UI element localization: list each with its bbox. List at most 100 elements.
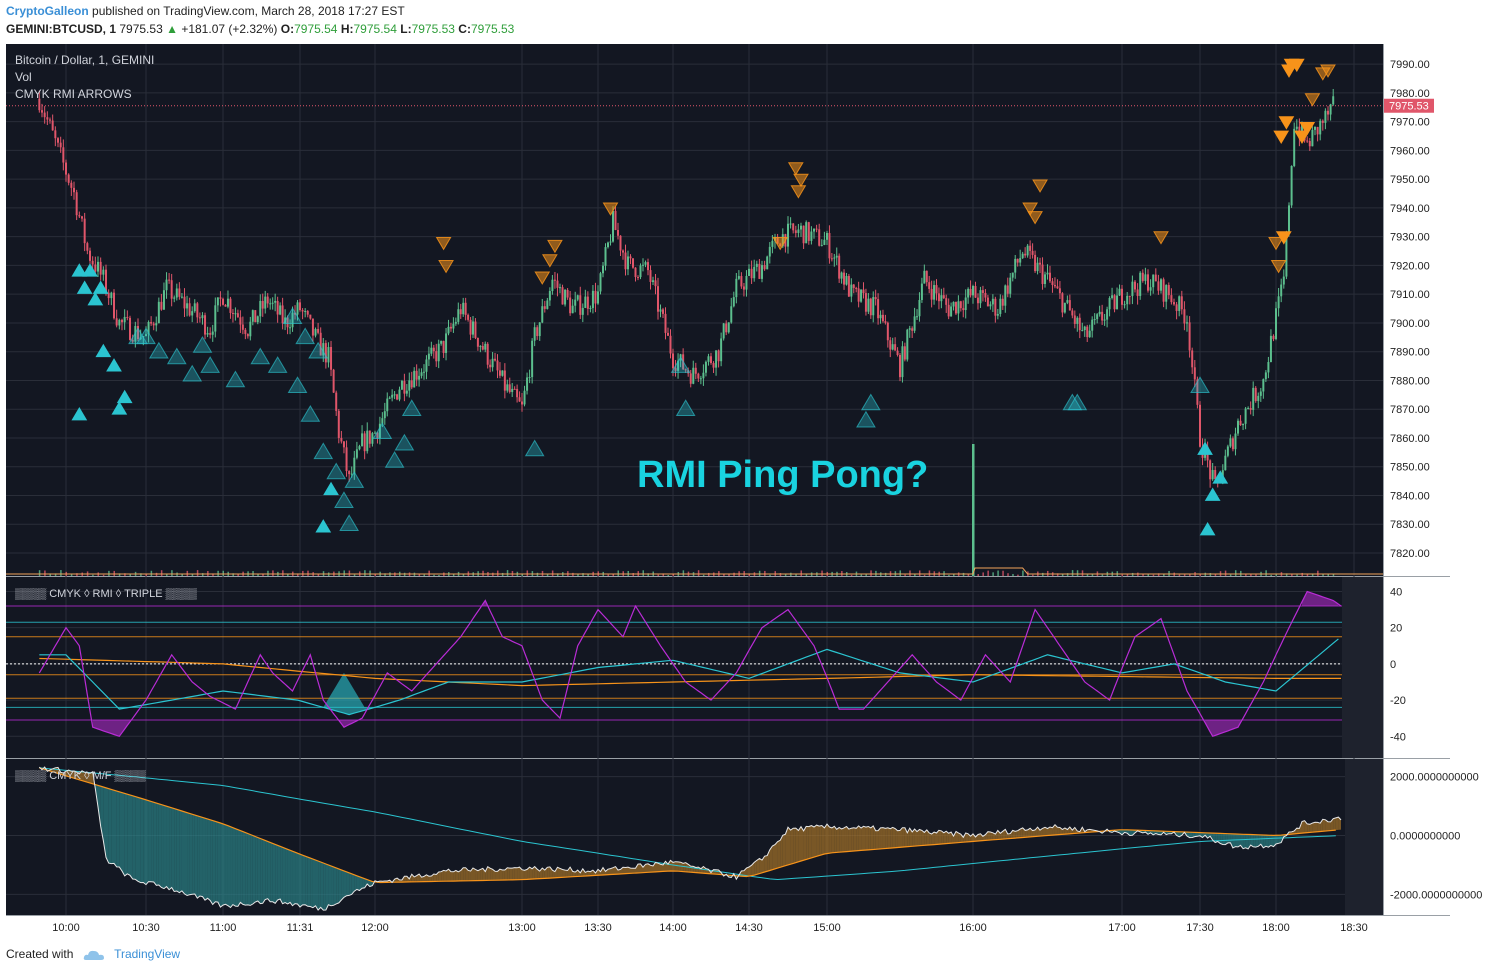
mf-fill xyxy=(468,870,471,881)
candle-body xyxy=(920,283,923,301)
volume-bar xyxy=(113,570,115,576)
candle-body xyxy=(647,262,649,271)
mf-fill xyxy=(808,825,812,859)
volume-bar xyxy=(850,574,853,576)
mf-fill xyxy=(114,790,117,867)
mf-fill xyxy=(1227,833,1231,843)
volume-bar xyxy=(1214,574,1217,576)
mf-fill xyxy=(433,874,437,882)
x-tick-label: 13:30 xyxy=(584,922,612,934)
volume-bar xyxy=(287,574,289,576)
volume-bar xyxy=(875,570,877,576)
mf-fill xyxy=(285,848,288,904)
candle-body xyxy=(437,343,440,362)
candle-body xyxy=(945,298,948,305)
candle-body xyxy=(758,263,761,279)
mf-fill xyxy=(323,863,326,911)
volume-bar xyxy=(44,570,46,576)
candle-body xyxy=(964,297,967,311)
candle-body xyxy=(1139,272,1142,296)
candle-body xyxy=(644,262,647,265)
candle-body xyxy=(771,240,774,247)
candle-body xyxy=(1154,274,1157,282)
mf-fill xyxy=(227,825,231,908)
candle-body xyxy=(1183,309,1186,324)
candle-body xyxy=(720,338,723,362)
candle-body xyxy=(1004,285,1007,306)
candle-body xyxy=(508,384,511,392)
candle-body xyxy=(75,192,78,216)
candle-body xyxy=(761,265,763,279)
tradingview-link[interactable]: TradingView xyxy=(114,947,180,961)
candle-body xyxy=(533,327,536,341)
candle-body xyxy=(999,298,1002,314)
chart-canvas[interactable]: 10:00 10:30 11:00 11:31 12:00 13:00 13:30 14:00… xyxy=(0,0,1492,940)
candle-body xyxy=(553,279,556,281)
volume-bar xyxy=(923,574,926,576)
mf-fill xyxy=(1057,827,1060,835)
candle-body xyxy=(597,291,599,304)
volume-bar xyxy=(38,570,41,576)
volume-bar xyxy=(92,574,94,576)
candle-body xyxy=(206,333,209,335)
candle-body xyxy=(1118,288,1121,296)
candle-body xyxy=(735,278,738,298)
candle-body xyxy=(657,286,659,312)
vol-legend: Vol xyxy=(15,70,32,84)
candle-body xyxy=(1162,279,1165,302)
rmi-right-gap xyxy=(1342,577,1383,758)
mf-fill xyxy=(990,832,993,841)
candle-body xyxy=(996,313,999,316)
candle-body xyxy=(937,293,940,302)
volume-bar xyxy=(1012,573,1014,576)
mf-fill xyxy=(514,867,518,880)
mf-fill xyxy=(775,841,778,869)
candle-body xyxy=(654,280,657,287)
mf-fill xyxy=(788,827,791,865)
candle-body xyxy=(634,267,637,278)
x-tick-label: 10:30 xyxy=(132,922,160,934)
candle-body xyxy=(984,292,987,298)
y-tick-label: 7890.00 xyxy=(1390,347,1430,359)
mf-fill xyxy=(824,824,827,854)
mf-fill xyxy=(428,876,432,882)
candle-body xyxy=(440,340,443,344)
x-tick-label: 15:00 xyxy=(813,922,841,934)
candle-body xyxy=(652,280,654,282)
volume-bar xyxy=(1086,574,1089,576)
volume-bar xyxy=(642,570,644,576)
candle-body xyxy=(511,388,514,392)
volume-bar xyxy=(899,570,901,576)
mf-fill xyxy=(202,817,206,901)
candle-body xyxy=(548,291,551,301)
candle-body xyxy=(604,247,607,266)
candle-body xyxy=(279,305,282,315)
candle-body xyxy=(234,313,237,315)
mf-fill xyxy=(232,827,236,907)
mf-fill xyxy=(839,827,842,853)
candle-body xyxy=(1136,289,1139,296)
candle-body xyxy=(864,293,867,312)
candle-body xyxy=(67,174,70,183)
volume-bar xyxy=(1101,574,1104,576)
mf-fill xyxy=(290,850,293,906)
volume-bar xyxy=(267,570,269,576)
candle-body xyxy=(1103,319,1106,321)
candle-body xyxy=(1160,279,1162,291)
candle-body xyxy=(607,242,609,248)
candle-body xyxy=(304,311,307,313)
candle-body xyxy=(556,280,559,288)
candle-body xyxy=(899,354,901,378)
volume-bar xyxy=(348,570,351,576)
candle-body xyxy=(715,350,718,368)
candle-body xyxy=(413,370,416,388)
candle-body xyxy=(57,138,59,143)
volume-bar xyxy=(374,574,376,576)
mf-fill xyxy=(257,837,261,904)
candle-body xyxy=(301,310,304,312)
candle-body xyxy=(1088,330,1091,338)
mf-legend: ▒▒▒▒ CMYK ◊ M/F ▒▒▒▒ xyxy=(15,769,146,782)
tradingview-cloud-icon xyxy=(83,950,104,960)
candle-body xyxy=(1231,438,1234,450)
candle-body xyxy=(972,286,974,296)
